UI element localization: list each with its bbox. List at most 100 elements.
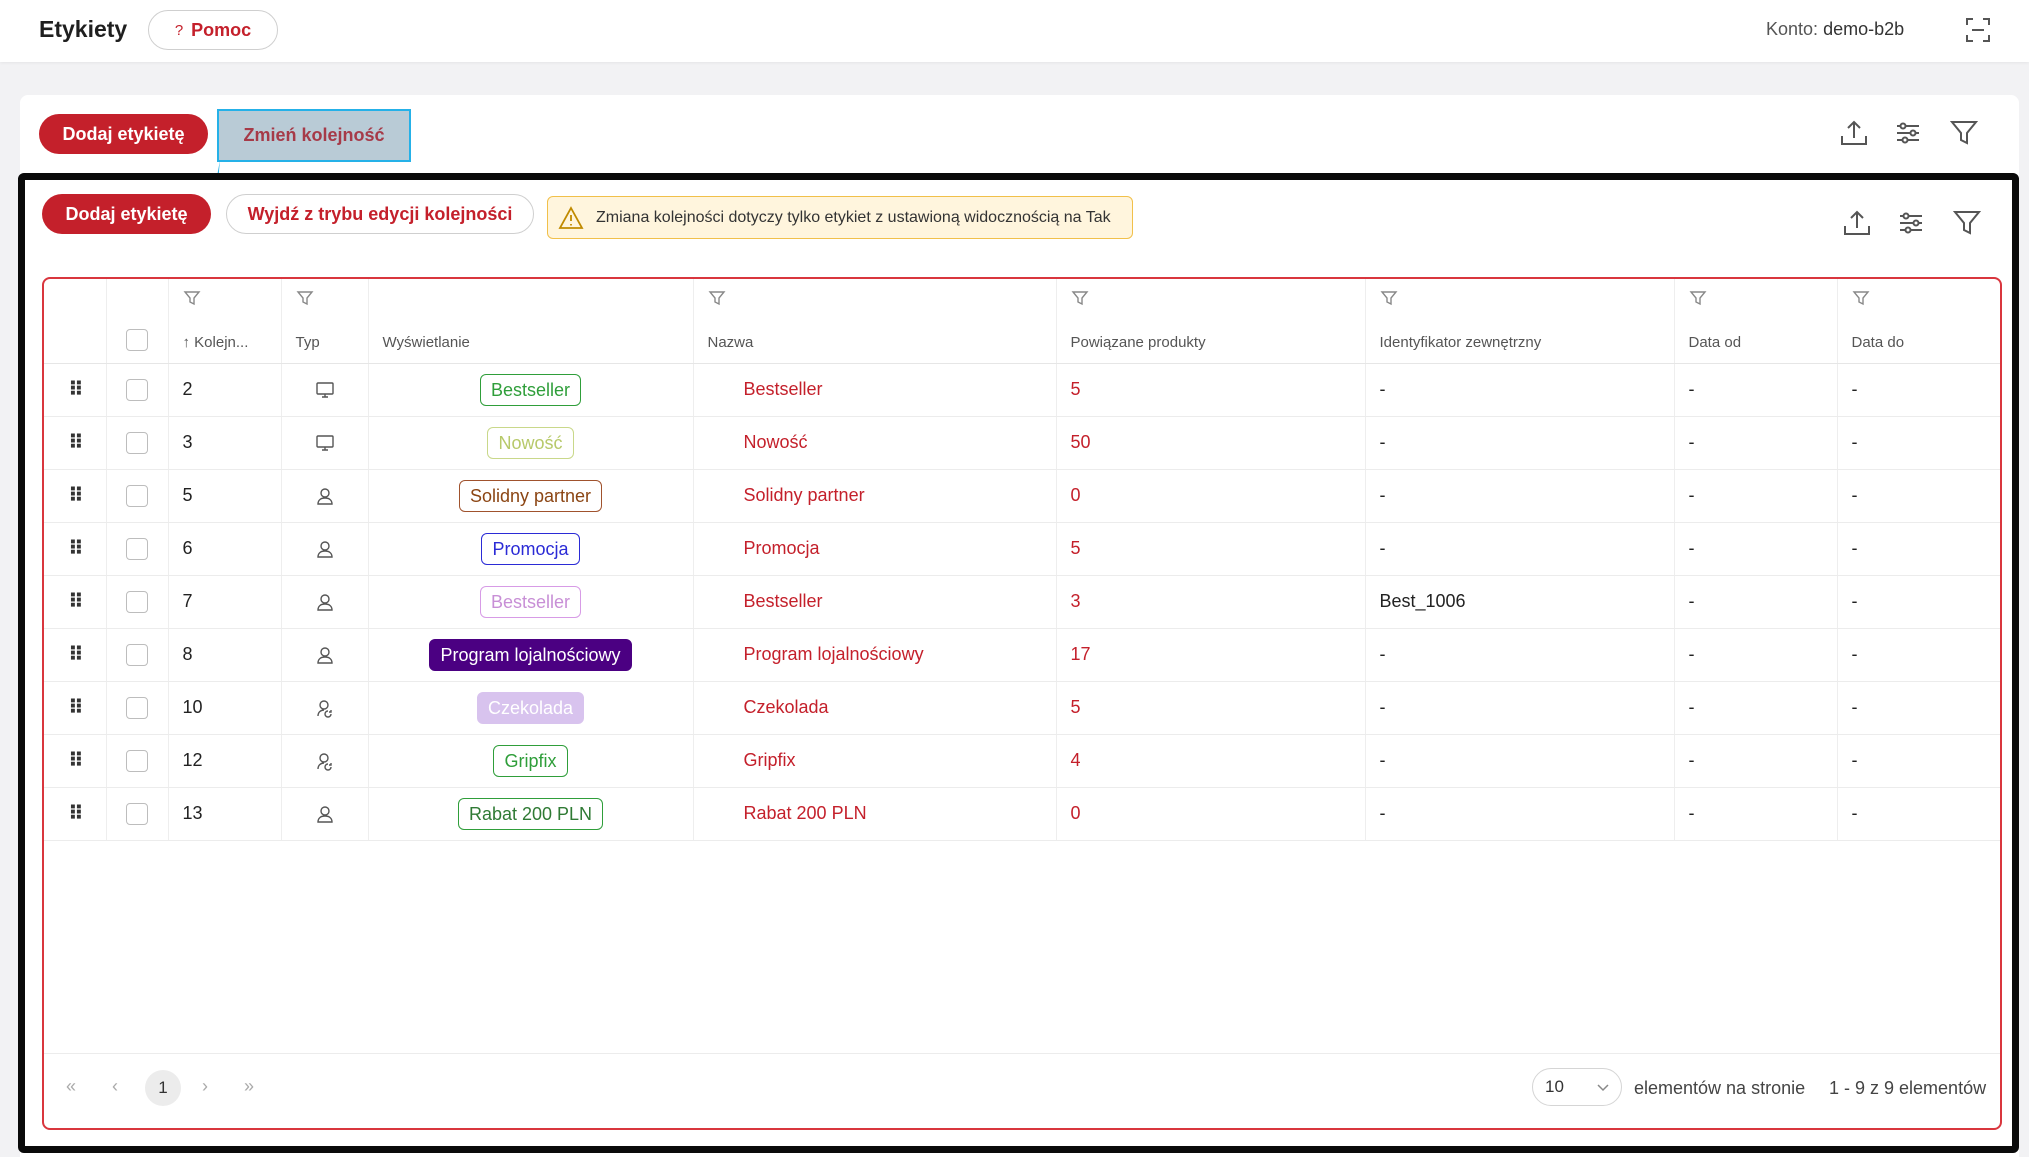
column-header-name[interactable]: Nazwa [693,279,1057,364]
user-sync-icon [315,698,335,718]
linked-products-count[interactable]: 5 [1056,522,1366,576]
linked-products-count[interactable]: 3 [1056,575,1366,629]
date-from-cell: - [1674,469,1838,523]
column-header-type[interactable]: Typ [281,279,369,364]
row-checkbox[interactable] [126,749,148,772]
external-id-cell: - [1365,522,1675,576]
date-to-cell: - [1837,469,2000,523]
table-row[interactable]: ⠿ 8 Program lojalnościowy Program lojalnośc… [44,628,2000,682]
label-name-link[interactable]: Promocja [693,522,1057,576]
label-name-link[interactable]: Nowość [693,416,1057,470]
label-name-link[interactable]: Bestseller [693,363,1057,417]
label-name-link[interactable]: Program lojalnościowy [693,628,1057,682]
external-id-cell: - [1365,469,1675,523]
export-icon[interactable] [1840,206,1874,240]
display-cell: Bestseller [368,363,694,417]
row-checkbox[interactable] [126,802,148,825]
drag-handle-icon[interactable]: ⠿ [44,734,107,788]
page-size-select[interactable]: 10 [1532,1068,1622,1106]
next-page-icon[interactable]: › [202,1076,208,1097]
page-number-current[interactable]: 1 [145,1070,181,1106]
fullscreen-icon[interactable] [1964,16,1992,44]
table-row[interactable]: ⠿ 13 Rabat 200 PLN Rabat 200 PLN 0- - - [44,787,2000,841]
drag-handle-icon[interactable]: ⠿ [44,681,107,735]
row-checkbox[interactable] [126,537,148,560]
last-page-icon[interactable]: » [244,1076,254,1097]
linked-products-count[interactable]: 4 [1056,734,1366,788]
drag-handle-icon[interactable]: ⠿ [44,363,107,417]
help-button[interactable]: ? Pomoc [148,10,278,50]
table-row[interactable]: ⠿ 12 Gripfix Gripfix 4- - - [44,734,2000,788]
drag-handle-icon[interactable]: ⠿ [44,416,107,470]
settings-sliders-icon[interactable] [1891,116,1925,150]
column-header-external-id[interactable]: Identyfikator zewnętrzny [1365,279,1675,364]
filter-icon[interactable] [1947,116,1981,150]
row-checkbox[interactable] [126,484,148,507]
date-from-cell: - [1674,628,1838,682]
row-checkbox[interactable] [126,378,148,401]
column-filter-icon[interactable] [708,289,726,307]
row-checkbox[interactable] [126,643,148,666]
linked-products-count[interactable]: 0 [1056,787,1366,841]
linked-products-count[interactable]: 0 [1056,469,1366,523]
reorder-button[interactable]: Zmień kolejność [217,109,411,162]
row-checkbox[interactable] [126,696,148,719]
linked-products-count[interactable]: 5 [1056,363,1366,417]
order-cell: 13 [168,787,282,841]
column-filter-icon[interactable] [1689,289,1707,307]
label-preview-tag: Promocja [481,532,580,565]
exit-reorder-button[interactable]: Wyjdź z trybu edycji kolejności [226,194,534,234]
export-icon[interactable] [1837,116,1871,150]
label-name-link[interactable]: Bestseller [693,575,1057,629]
table-row[interactable]: ⠿ 3 Nowość Nowość 50- - - [44,416,2000,470]
select-all-checkbox[interactable] [126,328,148,351]
column-filter-icon[interactable] [296,289,314,307]
label-name-link[interactable]: Solidny partner [693,469,1057,523]
linked-products-count[interactable]: 17 [1056,628,1366,682]
column-header-order[interactable]: ↑ Kolejn... [168,279,282,364]
label-name-link[interactable]: Gripfix [693,734,1057,788]
settings-sliders-icon[interactable] [1894,206,1928,240]
drag-handle-icon[interactable]: ⠿ [44,787,107,841]
add-label-button[interactable]: Dodaj etykietę [39,114,208,154]
row-checkbox[interactable] [126,431,148,454]
column-header-display[interactable]: Wyświetlanie [368,279,694,364]
column-filter-icon[interactable] [183,289,201,307]
table-row[interactable]: ⠿ 7 Bestseller Bestseller 3 Best_1006- - [44,575,2000,629]
top-bar: Etykiety ? Pomoc Konto: demo-b2b [0,0,2029,62]
table-row[interactable]: ⠿ 2 Bestseller Bestseller 5- - - [44,363,2000,417]
row-checkbox-cell [106,522,169,576]
type-cell [281,787,369,841]
linked-products-count[interactable]: 5 [1056,681,1366,735]
monitor-icon [315,433,335,453]
chevron-down-icon [1597,1084,1609,1092]
prev-page-icon[interactable]: ‹ [112,1076,118,1097]
add-label-button-edit-mode[interactable]: Dodaj etykietę [42,194,211,234]
first-page-icon[interactable]: « [66,1076,76,1097]
label-name-link[interactable]: Rabat 200 PLN [693,787,1057,841]
date-from-cell: - [1674,681,1838,735]
linked-products-count[interactable]: 50 [1056,416,1366,470]
drag-handle-icon[interactable]: ⠿ [44,522,107,576]
column-header-date-to[interactable]: Data do [1837,279,2000,364]
filter-icon[interactable] [1950,206,1984,240]
drag-handle-icon[interactable]: ⠿ [44,628,107,682]
sort-asc-icon: ↑ [182,333,195,351]
table-row[interactable]: ⠿ 10 Czekolada Czekolada 5- - - [44,681,2000,735]
drag-handle-icon[interactable]: ⠿ [44,469,107,523]
column-header-date-from[interactable]: Data od [1674,279,1838,364]
label-name-link[interactable]: Czekolada [693,681,1057,735]
date-to-cell: - [1837,522,2000,576]
user-icon [315,539,335,559]
drag-handle-icon[interactable]: ⠿ [44,575,107,629]
column-header-products[interactable]: Powiązane produkty [1056,279,1366,364]
column-filter-icon[interactable] [1852,289,1870,307]
type-cell [281,469,369,523]
column-filter-icon[interactable] [1071,289,1089,307]
row-checkbox[interactable] [126,590,148,613]
table-row[interactable]: ⠿ 6 Promocja Promocja 5- - - [44,522,2000,576]
external-id-cell: - [1365,681,1675,735]
table-row[interactable]: ⠿ 5 Solidny partner Solidny partner 0- - - [44,469,2000,523]
account-label: Konto: [1766,19,1819,39]
column-filter-icon[interactable] [1380,289,1398,307]
